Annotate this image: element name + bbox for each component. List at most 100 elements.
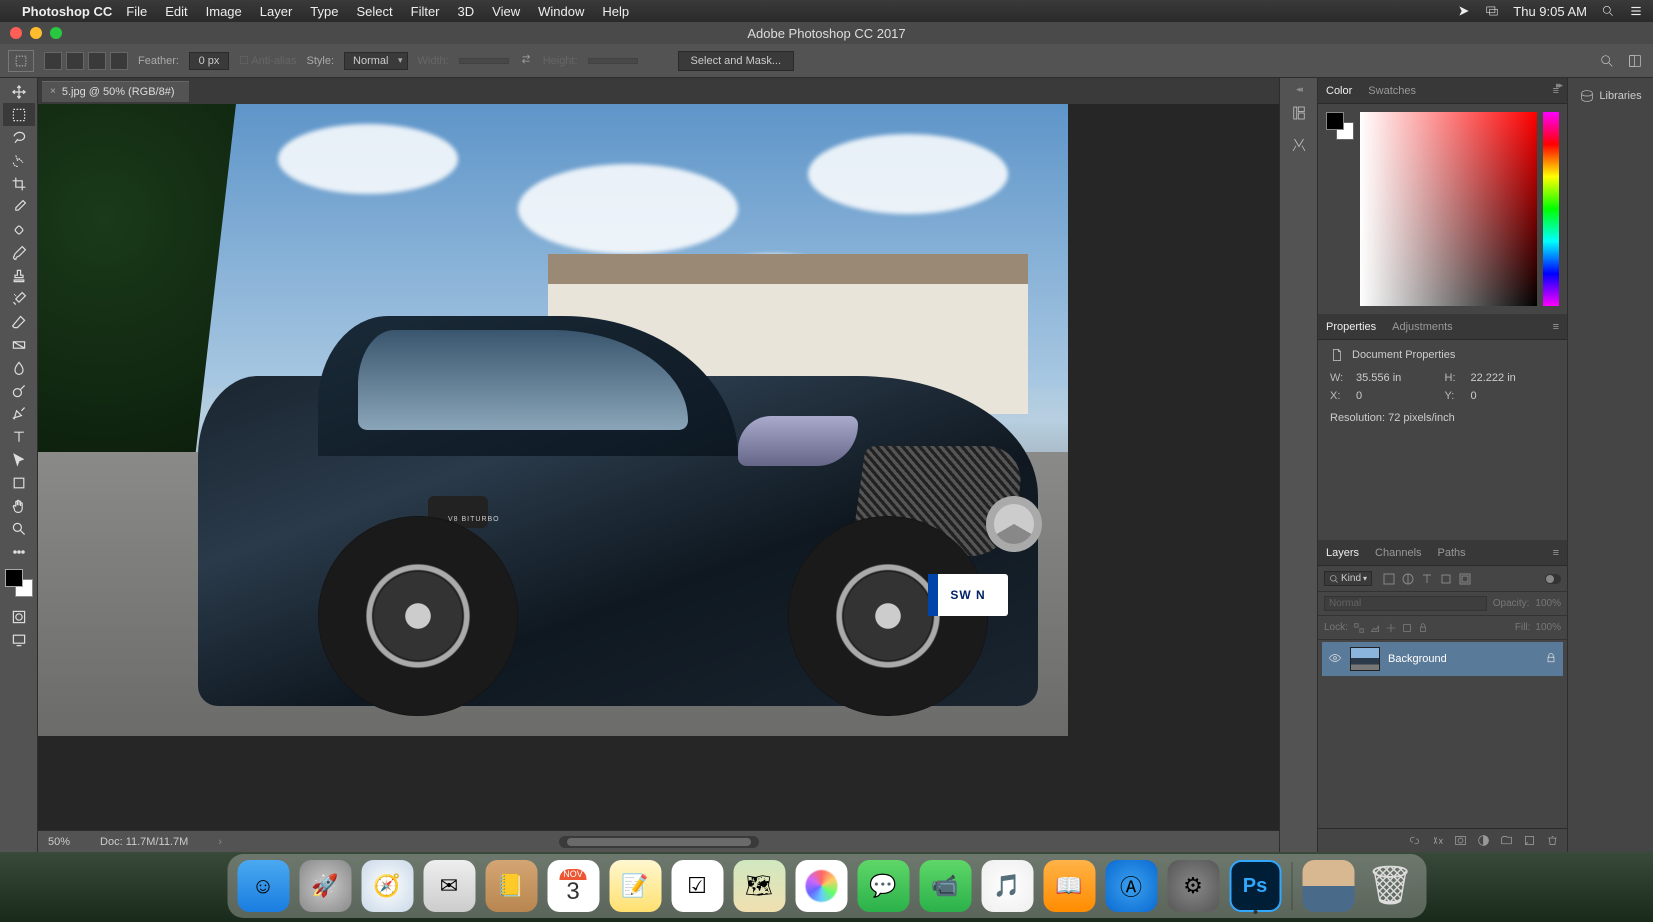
dock-appstore[interactable]: Ⓐ bbox=[1105, 860, 1157, 912]
dock-finder[interactable]: ☺ bbox=[237, 860, 289, 912]
shape-tool[interactable] bbox=[3, 471, 35, 494]
character-panel-icon[interactable] bbox=[1285, 131, 1313, 159]
current-tool-icon[interactable] bbox=[8, 50, 34, 72]
dock-photos[interactable] bbox=[795, 860, 847, 912]
zoom-tool[interactable] bbox=[3, 517, 35, 540]
layer-mask-icon[interactable] bbox=[1454, 834, 1467, 847]
menu-edit[interactable]: Edit bbox=[165, 4, 187, 19]
layers-tab[interactable]: Layers bbox=[1326, 547, 1359, 559]
layer-name[interactable]: Background bbox=[1388, 653, 1447, 665]
history-panel-icon[interactable] bbox=[1285, 99, 1313, 127]
path-select-tool[interactable] bbox=[3, 448, 35, 471]
dock-calendar[interactable]: NOV3 bbox=[547, 860, 599, 912]
blur-tool[interactable] bbox=[3, 356, 35, 379]
dock-preferences[interactable]: ⚙ bbox=[1167, 860, 1219, 912]
spotlight-icon[interactable] bbox=[1601, 4, 1615, 18]
lock-transparency-icon[interactable] bbox=[1353, 622, 1365, 634]
doc-size[interactable]: Doc: 11.7M/11.7M bbox=[100, 836, 188, 848]
horizontal-scrollbar[interactable] bbox=[559, 836, 759, 848]
fill-value[interactable]: 100% bbox=[1535, 622, 1561, 633]
move-tool[interactable] bbox=[3, 80, 35, 103]
layers-panel-menu-icon[interactable]: ≡ bbox=[1553, 547, 1559, 559]
dock-contacts[interactable]: 📒 bbox=[485, 860, 537, 912]
history-brush-tool[interactable] bbox=[3, 287, 35, 310]
dock-itunes[interactable]: 🎵 bbox=[981, 860, 1033, 912]
menu-3d[interactable]: 3D bbox=[458, 4, 475, 19]
link-layers-icon[interactable] bbox=[1408, 834, 1421, 847]
menu-select[interactable]: Select bbox=[356, 4, 392, 19]
app-name[interactable]: Photoshop CC bbox=[22, 4, 112, 19]
layer-background[interactable]: Background bbox=[1322, 642, 1563, 676]
dodge-tool[interactable] bbox=[3, 379, 35, 402]
style-dropdown[interactable]: Normal bbox=[344, 52, 407, 70]
layer-lock-icon[interactable] bbox=[1545, 652, 1557, 667]
layer-visibility-icon[interactable] bbox=[1328, 651, 1342, 668]
collapse-arrows-icon[interactable]: ◂◂ bbox=[1296, 84, 1301, 95]
search-icon[interactable] bbox=[1597, 51, 1617, 71]
filter-smart-icon[interactable] bbox=[1458, 572, 1472, 586]
menu-file[interactable]: File bbox=[126, 4, 147, 19]
screen-mode-tool[interactable] bbox=[3, 628, 35, 651]
filter-toggle[interactable] bbox=[1545, 574, 1561, 584]
lock-image-icon[interactable] bbox=[1369, 622, 1381, 634]
window-zoom-button[interactable] bbox=[50, 27, 62, 39]
layer-filter-kind[interactable]: Kind▾ bbox=[1324, 571, 1372, 586]
crop-tool[interactable] bbox=[3, 172, 35, 195]
panels-collapse-icon[interactable]: ▸▸ bbox=[1556, 80, 1561, 91]
lock-all-icon[interactable] bbox=[1417, 622, 1429, 634]
blend-mode-dropdown[interactable]: Normal bbox=[1324, 596, 1487, 611]
dock-messages[interactable]: 💬 bbox=[857, 860, 909, 912]
quick-mask-tool[interactable] bbox=[3, 605, 35, 628]
document-tab[interactable]: × 5.jpg @ 50% (RGB/8#) bbox=[42, 81, 189, 102]
eyedropper-tool[interactable] bbox=[3, 195, 35, 218]
filter-pixel-icon[interactable] bbox=[1382, 572, 1396, 586]
new-layer-icon[interactable] bbox=[1523, 834, 1536, 847]
window-minimize-button[interactable] bbox=[30, 27, 42, 39]
dock-photoshop[interactable]: Ps bbox=[1229, 860, 1281, 912]
menu-view[interactable]: View bbox=[492, 4, 520, 19]
swatches-tab[interactable]: Swatches bbox=[1368, 85, 1416, 97]
dock-notes[interactable]: 📝 bbox=[609, 860, 661, 912]
menu-help[interactable]: Help bbox=[602, 4, 629, 19]
lock-artboard-icon[interactable] bbox=[1401, 622, 1413, 634]
menu-window[interactable]: Window bbox=[538, 4, 584, 19]
menu-list-icon[interactable] bbox=[1629, 4, 1643, 18]
opacity-value[interactable]: 100% bbox=[1535, 598, 1561, 609]
delete-layer-icon[interactable] bbox=[1546, 834, 1559, 847]
filter-adjust-icon[interactable] bbox=[1401, 572, 1415, 586]
canvas-viewport[interactable]: V8 BITURBO SW N bbox=[38, 104, 1279, 830]
brush-tool[interactable] bbox=[3, 241, 35, 264]
filter-shape-icon[interactable] bbox=[1439, 572, 1453, 586]
channels-tab[interactable]: Channels bbox=[1375, 547, 1421, 559]
foreground-background-colors[interactable] bbox=[5, 569, 33, 597]
gradient-tool[interactable] bbox=[3, 333, 35, 356]
dock-facetime[interactable]: 📹 bbox=[919, 860, 971, 912]
layer-thumbnail[interactable] bbox=[1350, 647, 1380, 671]
dock-trash[interactable]: 🗑 bbox=[1364, 860, 1416, 912]
close-tab-icon[interactable]: × bbox=[50, 86, 56, 97]
zoom-level[interactable]: 50% bbox=[48, 836, 70, 848]
window-close-button[interactable] bbox=[10, 27, 22, 39]
pen-tool[interactable] bbox=[3, 402, 35, 425]
feather-input[interactable]: 0 px bbox=[189, 52, 229, 70]
dock-safari[interactable]: 🧭 bbox=[361, 860, 413, 912]
dock-desktop-preview[interactable] bbox=[1302, 860, 1354, 912]
dock-reminders[interactable]: ☑ bbox=[671, 860, 723, 912]
menu-layer[interactable]: Layer bbox=[260, 4, 293, 19]
selection-mode-icons[interactable] bbox=[44, 52, 128, 70]
marquee-tool[interactable] bbox=[3, 103, 35, 126]
menu-image[interactable]: Image bbox=[206, 4, 242, 19]
menu-type[interactable]: Type bbox=[310, 4, 338, 19]
adjustment-layer-icon[interactable] bbox=[1477, 834, 1490, 847]
filter-type-icon[interactable] bbox=[1420, 572, 1434, 586]
layer-fx-icon[interactable] bbox=[1431, 834, 1444, 847]
hand-tool[interactable] bbox=[3, 494, 35, 517]
dock-launchpad[interactable]: 🚀 bbox=[299, 860, 351, 912]
paths-tab[interactable]: Paths bbox=[1438, 547, 1466, 559]
displays-icon[interactable] bbox=[1485, 4, 1499, 18]
menubar-clock[interactable]: Thu 9:05 AM bbox=[1513, 4, 1587, 19]
lock-position-icon[interactable] bbox=[1385, 622, 1397, 634]
properties-panel-menu-icon[interactable]: ≡ bbox=[1553, 321, 1559, 333]
workspace-icon[interactable] bbox=[1625, 51, 1645, 71]
lasso-tool[interactable] bbox=[3, 126, 35, 149]
